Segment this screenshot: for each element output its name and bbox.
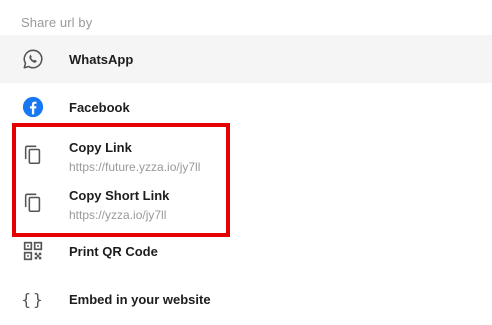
share-option-label: Copy Link [69,140,132,155]
code-braces-icon: {} [21,289,45,309]
share-option-copy-link[interactable]: Copy Link https://future.yzza.io/jy7ll [0,131,492,179]
share-option-label: Print QR Code [69,244,158,259]
share-option-copy-short-link[interactable]: Copy Short Link https://yzza.io/jy7ll [0,179,492,227]
share-option-url: https://future.yzza.io/jy7ll [69,160,201,174]
share-header: Share url by [21,15,93,30]
share-option-label: Copy Short Link [69,188,170,203]
whatsapp-icon [21,47,45,71]
share-option-whatsapp[interactable]: WhatsApp [0,35,492,83]
share-option-label: WhatsApp [69,52,134,67]
share-option-label: Embed in your website [69,292,211,307]
share-option-print-qr[interactable]: Print QR Code [0,227,492,275]
share-option-facebook[interactable]: Facebook [0,83,492,131]
share-option-url: https://yzza.io/jy7ll [69,208,167,222]
share-option-embed[interactable]: {} Embed in your website [0,275,492,323]
facebook-icon [21,95,45,119]
copy-icon [21,191,45,215]
share-option-label: Facebook [69,100,130,115]
qr-code-icon [21,239,45,263]
copy-icon [21,143,45,167]
